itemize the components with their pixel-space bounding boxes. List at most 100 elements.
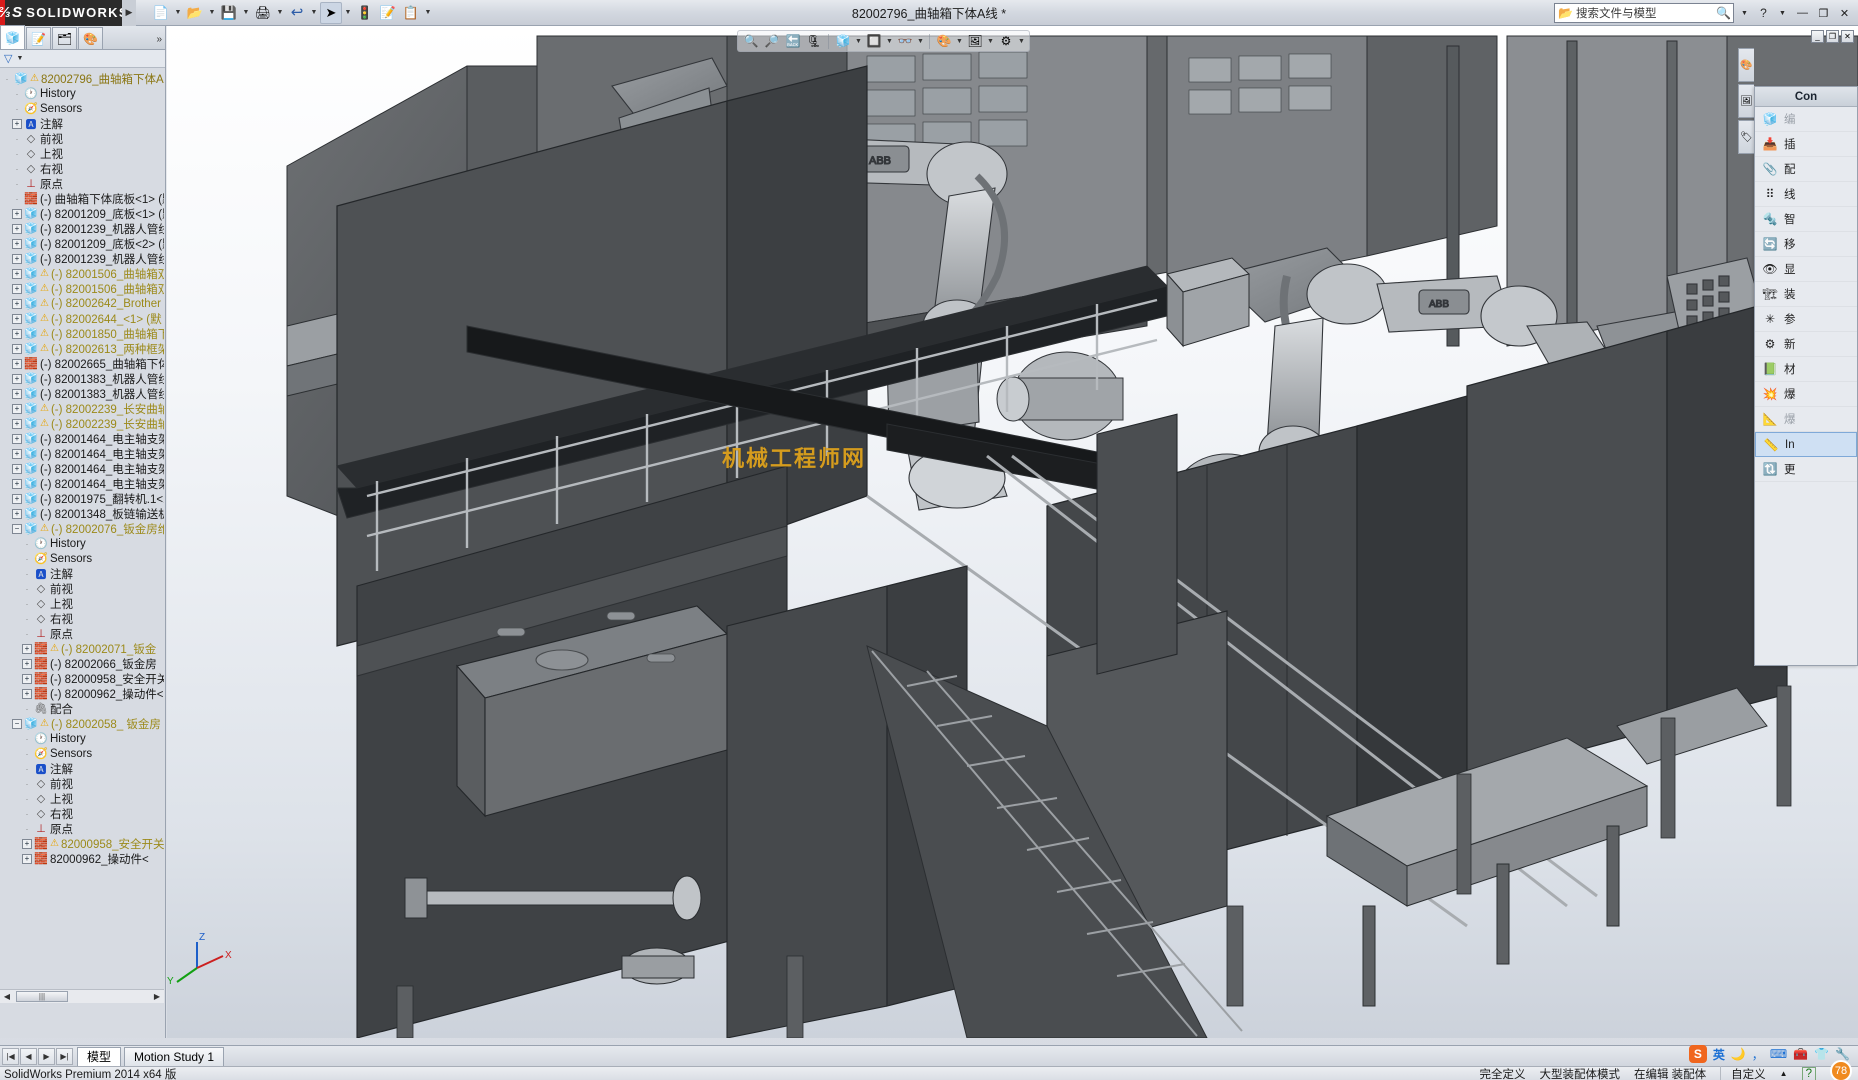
hide-show-items-icon[interactable]: 👓 bbox=[895, 32, 915, 51]
tree-node[interactable]: ·🧊⚠82002796_曲轴箱下体A线 bbox=[0, 71, 164, 86]
scene-dropdown-icon[interactable]: ▼ bbox=[986, 32, 995, 51]
tree-filter-bar[interactable]: ▽ ▼ bbox=[0, 50, 165, 68]
hide-show-dropdown-icon[interactable]: ▼ bbox=[916, 32, 925, 51]
search-files-box[interactable]: 📂 搜索文件与模型 🔍 bbox=[1554, 3, 1734, 23]
tab-model[interactable]: 模型 bbox=[77, 1047, 121, 1066]
tree-node[interactable]: ·◇右视 bbox=[0, 611, 164, 626]
tree-node[interactable]: +🧱(-) 82002066_钣金房 bbox=[0, 656, 164, 671]
new-document-icon[interactable]: 📄 bbox=[150, 2, 172, 24]
open-document-icon[interactable]: 📂 bbox=[184, 2, 206, 24]
scene-icon[interactable]: 🖼 bbox=[965, 32, 985, 51]
view-settings-dropdown-icon[interactable]: ▼ bbox=[1017, 32, 1026, 51]
command-smart-fasteners[interactable]: 🔩智 bbox=[1755, 207, 1857, 232]
command-bill-of-materials[interactable]: 📗材 bbox=[1755, 357, 1857, 382]
zoom-to-area-icon[interactable]: 🔎 bbox=[762, 32, 782, 51]
tree-node[interactable]: ·🕐History bbox=[0, 86, 164, 101]
tree-node[interactable]: ·🧱(-) 曲轴箱下体底板<1> (默 bbox=[0, 191, 164, 206]
skin-icon[interactable]: 👕 bbox=[1814, 1047, 1829, 1061]
new-document-dropdown-icon[interactable]: ▼ bbox=[173, 2, 183, 24]
tree-expand-icon[interactable]: + bbox=[12, 404, 22, 414]
tree-expand-icon[interactable]: + bbox=[12, 269, 22, 279]
command-explode-line-sketch[interactable]: 📐爆 bbox=[1755, 407, 1857, 432]
tree-node[interactable]: +🧊⚠(-) 82002642_Brother bbox=[0, 296, 164, 311]
command-instant3d[interactable]: 📏In bbox=[1755, 432, 1857, 457]
tree-node[interactable]: +🧊⚠(-) 82002613_两种框架 bbox=[0, 341, 164, 356]
tree-expand-icon[interactable]: + bbox=[12, 479, 22, 489]
search-icon[interactable]: 🔍 bbox=[1716, 6, 1731, 20]
close-button[interactable]: ✕ bbox=[1835, 3, 1854, 23]
filter-icon[interactable]: ▽ bbox=[4, 52, 12, 65]
tree-node[interactable]: +🧊(-) 82001209_底板<1> (默 bbox=[0, 206, 164, 221]
display-style-dropdown-icon[interactable]: ▼ bbox=[885, 32, 894, 51]
scroll-left-icon[interactable]: ◀ bbox=[0, 992, 14, 1001]
tree-node[interactable]: +🧱⚠82000958_安全开关 bbox=[0, 836, 164, 851]
command-edit-component[interactable]: 🧊编 bbox=[1755, 107, 1857, 132]
tree-node[interactable]: ·🧭Sensors bbox=[0, 746, 164, 761]
tab-display-manager[interactable]: 🎨 bbox=[78, 27, 103, 49]
command-show-hidden[interactable]: 👁显 bbox=[1755, 257, 1857, 282]
tree-expand-icon[interactable]: + bbox=[12, 494, 22, 504]
select-arrow-icon[interactable]: ➤ bbox=[320, 2, 342, 24]
sogou-logo-icon[interactable]: S bbox=[1689, 1045, 1707, 1063]
tree-collapse-icon[interactable]: − bbox=[12, 524, 22, 534]
tree-node[interactable]: ·⊥原点 bbox=[0, 626, 164, 641]
tree-expand-icon[interactable]: + bbox=[12, 509, 22, 519]
restore-button[interactable]: ❐ bbox=[1814, 3, 1833, 23]
tree-expand-icon[interactable]: + bbox=[12, 329, 22, 339]
tree-node[interactable]: +🧊(-) 82001464_电主轴支架 bbox=[0, 476, 164, 491]
feature-tree[interactable]: ·🧊⚠82002796_曲轴箱下体A线·🕐History·🧭Sensors+🅰注… bbox=[0, 69, 164, 997]
command-update-components[interactable]: 🔃更 bbox=[1755, 457, 1857, 482]
tree-node[interactable]: +🧊(-) 82001348_板链输送机 bbox=[0, 506, 164, 521]
command-mate[interactable]: 📎配 bbox=[1755, 157, 1857, 182]
tree-node[interactable]: −🧊⚠(-) 82002076_钣金房维 bbox=[0, 521, 164, 536]
tree-collapse-icon[interactable]: − bbox=[12, 719, 22, 729]
tab-feature-manager[interactable]: 🧊 bbox=[0, 25, 25, 49]
tree-expand-icon[interactable]: + bbox=[12, 419, 22, 429]
status-expand-icon[interactable]: ▲ bbox=[1780, 1069, 1788, 1078]
command-assembly-features[interactable]: 🏗装 bbox=[1755, 282, 1857, 307]
save-document-icon[interactable]: 💾 bbox=[218, 2, 240, 24]
tree-node[interactable]: +🧊⚠(-) 82002644_<1> (默 bbox=[0, 311, 164, 326]
tree-expand-icon[interactable]: + bbox=[12, 374, 22, 384]
tree-node[interactable]: ·🕐History bbox=[0, 536, 164, 551]
undo-icon[interactable]: ↩ bbox=[286, 2, 308, 24]
tree-expand-icon[interactable]: + bbox=[12, 344, 22, 354]
open-document-dropdown-icon[interactable]: ▼ bbox=[207, 2, 217, 24]
file-properties-icon[interactable]: 📝 bbox=[377, 2, 399, 24]
search-dropdown-icon[interactable]: ▼ bbox=[1736, 3, 1753, 23]
decals-tab-icon[interactable]: 🏷 bbox=[1738, 120, 1754, 154]
tree-node[interactable]: +🧱(-) 82002665_曲轴箱下体 bbox=[0, 356, 164, 371]
tree-node[interactable]: +🧊(-) 82001464_电主轴支架 bbox=[0, 431, 164, 446]
filter-dropdown-icon[interactable]: ▼ bbox=[16, 55, 23, 62]
command-insert-component[interactable]: 📥插 bbox=[1755, 132, 1857, 157]
command-move-component[interactable]: 🔄移 bbox=[1755, 232, 1857, 257]
tab-configuration-manager[interactable]: 🗂 bbox=[52, 27, 77, 49]
tree-node[interactable]: ·🧭Sensors bbox=[0, 101, 164, 116]
tree-expand-icon[interactable]: + bbox=[12, 359, 22, 369]
cad-model-viewport[interactable]: ABB ABB bbox=[167, 26, 1858, 1038]
command-linear-pattern[interactable]: ⠿线 bbox=[1755, 182, 1857, 207]
tree-node[interactable]: ·🅰注解 bbox=[0, 761, 164, 776]
tree-node[interactable]: +🧊(-) 82001464_电主轴支架 bbox=[0, 461, 164, 476]
tree-expand-icon[interactable]: + bbox=[12, 284, 22, 294]
tree-node[interactable]: +🧱82000962_操动件< bbox=[0, 851, 164, 866]
tree-node[interactable]: ·◇前视 bbox=[0, 131, 164, 146]
gfx-minimize-icon[interactable]: _ bbox=[1811, 30, 1824, 43]
tree-node[interactable]: ·◇上视 bbox=[0, 596, 164, 611]
tree-expand-icon[interactable]: + bbox=[22, 689, 32, 699]
command-panel-list[interactable]: 🧊编📥插📎配⠿线🔩智🔄移👁显🏗装✳参⚙新📗材💥爆📐爆📏In🔃更 bbox=[1755, 107, 1857, 482]
print-document-icon[interactable]: 🖨 bbox=[252, 2, 274, 24]
heads-up-view-toolbar[interactable]: 🔍 🔎 🔙 🗜 🧊▼ 🔲▼ 👓▼ 🎨▼ 🖼▼ ⚙▼ bbox=[737, 30, 1030, 52]
tree-node[interactable]: +🧊(-) 82001464_电主轴支架 bbox=[0, 446, 164, 461]
previous-view-icon[interactable]: 🔙 bbox=[783, 32, 803, 51]
scroll-thumb[interactable]: ||| bbox=[16, 991, 68, 1002]
view-settings-icon[interactable]: ⚙ bbox=[996, 32, 1016, 51]
tree-node[interactable]: +🅰注解 bbox=[0, 116, 164, 131]
menu-expander-arrow[interactable]: ▶ bbox=[122, 0, 136, 26]
tree-node[interactable]: +🧊(-) 82001239_机器人管线 bbox=[0, 221, 164, 236]
tree-node[interactable]: +🧊⚠(-) 82001850_曲轴箱下 bbox=[0, 326, 164, 341]
tab-next-icon[interactable]: ▶ bbox=[38, 1048, 55, 1065]
tree-node[interactable]: +🧊⚠(-) 82001506_曲轴箱双 bbox=[0, 266, 164, 281]
view-orientation-dropdown-icon[interactable]: ▼ bbox=[854, 32, 863, 51]
tree-expand-icon[interactable]: + bbox=[22, 674, 32, 684]
